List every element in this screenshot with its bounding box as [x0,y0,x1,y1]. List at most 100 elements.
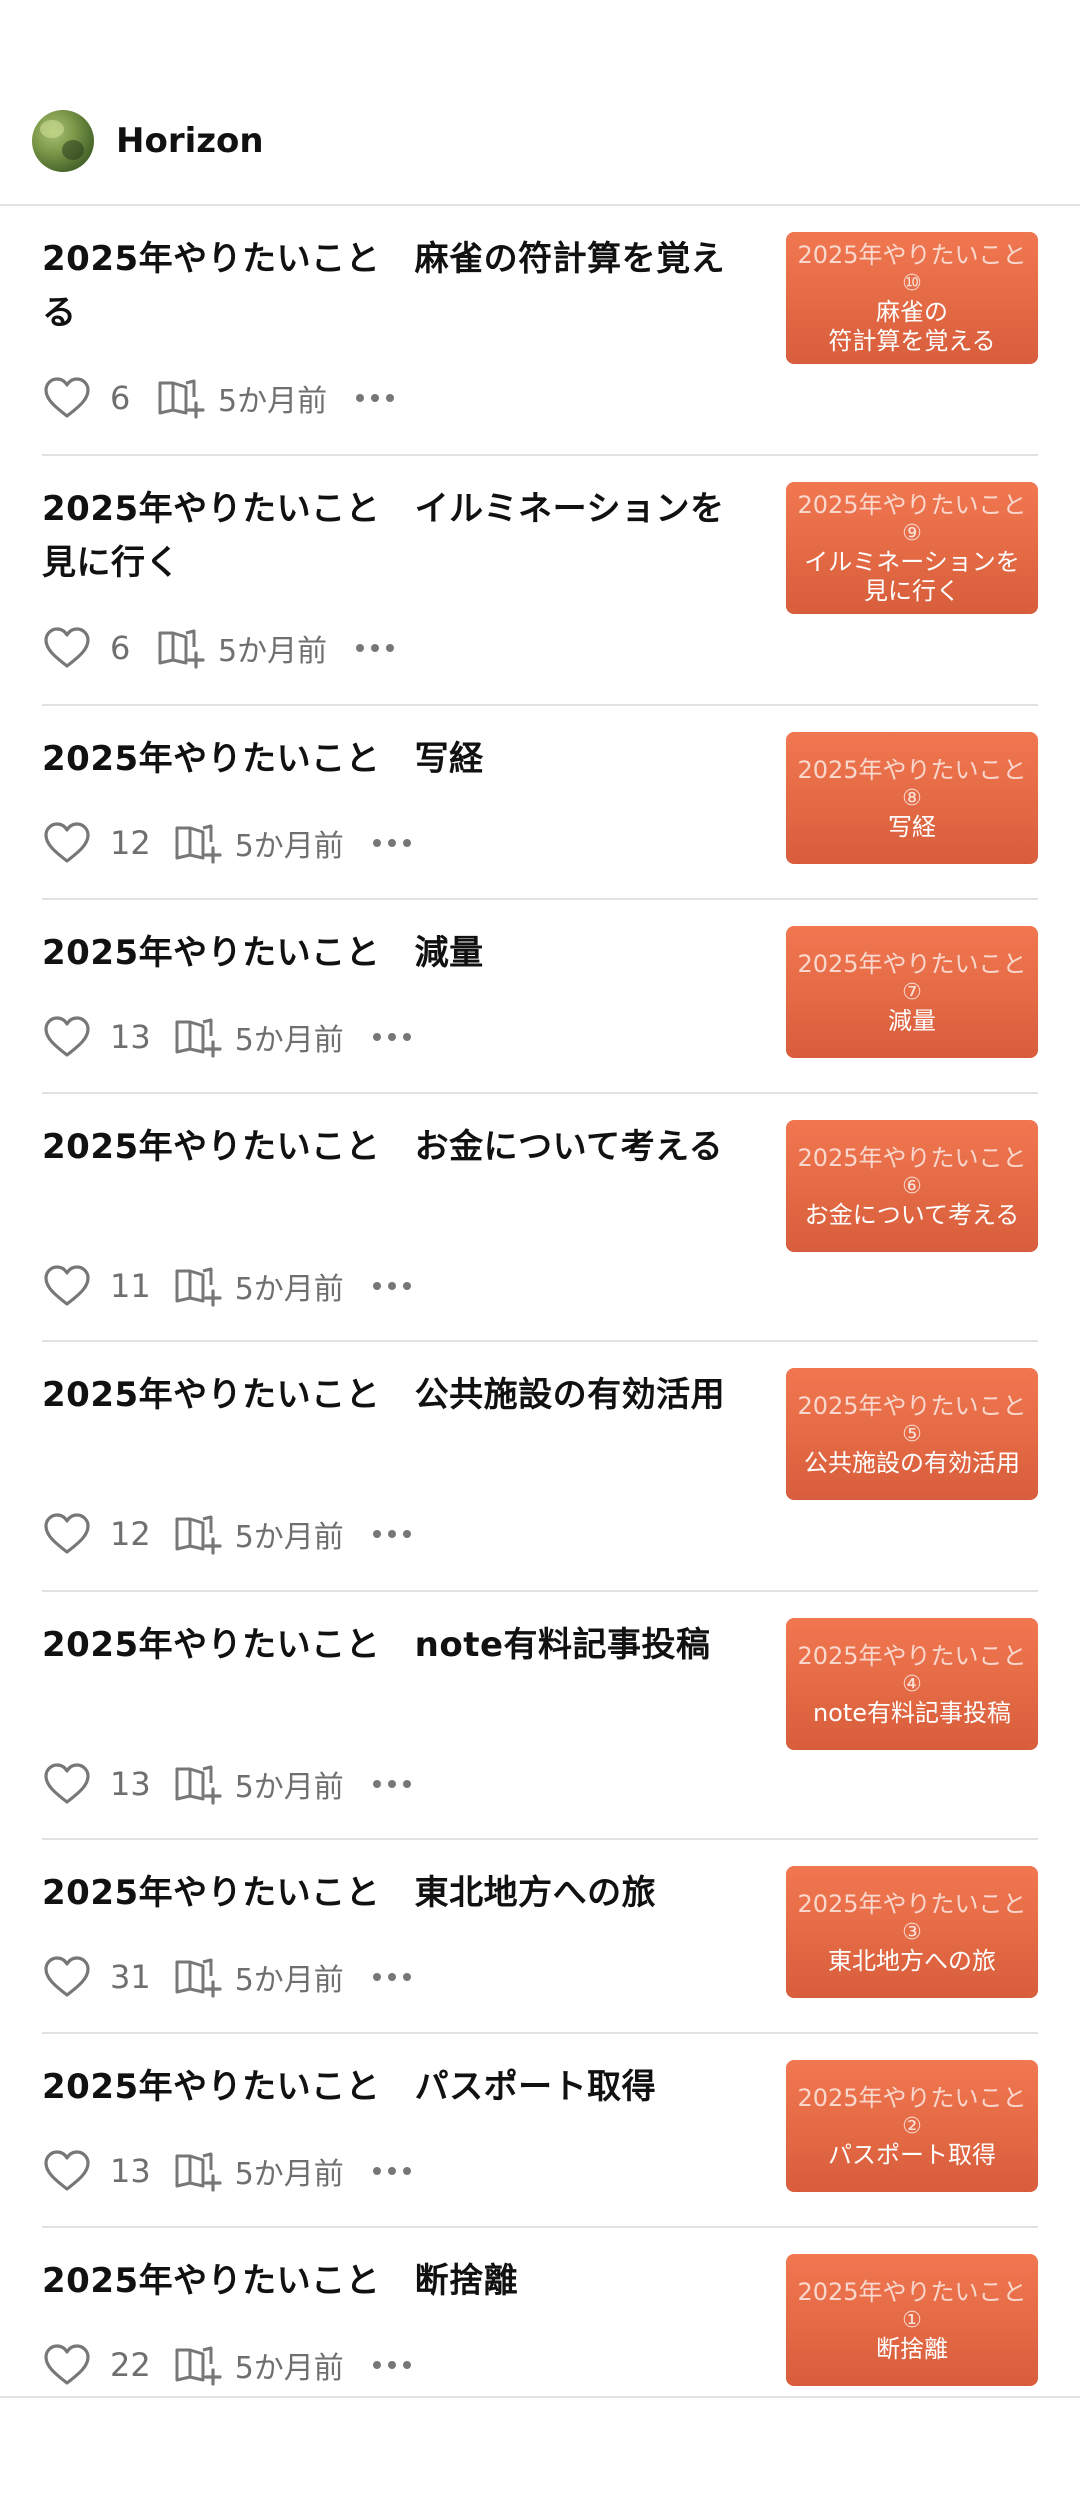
more-horizontal-icon[interactable] [372,2355,412,2375]
article-title[interactable]: 2025年やりたいこと 減量 [42,926,752,980]
article-thumbnail[interactable]: 2025年やりたいこと ③ 東北地方への旅 [786,1866,1038,1998]
list-item[interactable]: 2025年やりたいこと 東北地方への旅 31 5か月前 2025年やりたいこと … [42,1840,1038,2034]
more-horizontal-icon[interactable] [372,1967,412,1987]
article-thumbnail[interactable]: 2025年やりたいこと ② パスポート取得 [786,2060,1038,2192]
more-horizontal-icon[interactable] [355,388,395,408]
thumbnail-heading: 2025年やりたいこと [797,949,1027,978]
thumbnail-heading: 2025年やりたいこと [797,241,1027,269]
heart-outline-icon[interactable] [42,1263,92,1309]
more-horizontal-icon[interactable] [372,2161,412,2181]
list-item[interactable]: 2025年やりたいこと note有料記事投稿 13 5か月前 2025年やりたい… [42,1592,1038,1840]
profile-header: Horizon [0,0,1080,206]
published-date: 5か月前 [234,1520,344,1555]
list-item[interactable]: 2025年やりたいこと 麻雀の符計算を覚える 6 5か月前 2025年やりたいこ… [42,206,1038,456]
heart-outline-icon[interactable] [42,2148,92,2194]
thumbnail-heading: 2025年やりたいこと [797,2277,1027,2306]
more-horizontal-icon[interactable] [355,638,395,658]
heart-outline-icon[interactable] [42,1954,92,2000]
list-item[interactable]: 2025年やりたいこと イルミネーションを見に行く 6 5か月前 2025年やり… [42,456,1038,706]
thumbnail-heading: 2025年やりたいこと [797,1641,1027,1670]
thumbnail-subtitle: イルミネーションを 見に行く [804,548,1020,605]
list-item[interactable]: 2025年やりたいこと 公共施設の有効活用 12 5か月前 2025年やりたいこ… [42,1342,1038,1592]
article-title[interactable]: 2025年やりたいこと お金について考える [42,1120,752,1174]
article-title[interactable]: 2025年やりたいこと 断捨離 [42,2254,752,2308]
heart-outline-icon[interactable] [42,1761,92,1807]
thumbnail-number: ⑥ [902,1173,922,1199]
magazine-add-icon[interactable] [156,625,206,671]
list-item[interactable]: 2025年やりたいこと お金について考える 11 5か月前 2025年やりたいこ… [42,1094,1038,1342]
article-title[interactable]: 2025年やりたいこと 東北地方への旅 [42,1866,752,1920]
article-title[interactable]: 2025年やりたいこと イルミネーションを見に行く [42,482,752,590]
like-count: 13 [110,1765,151,1803]
article-thumbnail[interactable]: 2025年やりたいこと ① 断捨離 [786,2254,1038,2386]
magazine-add-icon[interactable] [173,1511,223,1557]
magazine-add-icon[interactable] [173,2148,223,2194]
user-name[interactable]: Horizon [116,121,264,161]
article-meta: 13 5か月前 [42,1009,412,1065]
thumbnail-heading: 2025年やりたいこと [797,2083,1027,2112]
published-date: 5か月前 [218,634,328,669]
magazine-add-icon[interactable] [173,1014,223,1060]
heart-outline-icon[interactable] [42,625,92,671]
list-item[interactable]: 2025年やりたいこと 断捨離 22 5か月前 2025年やりたいこと ① 断捨… [42,2228,1038,2422]
thumbnail-heading: 2025年やりたいこと [797,1889,1027,1918]
heart-outline-icon[interactable] [42,820,92,866]
article-title[interactable]: 2025年やりたいこと 写経 [42,732,752,786]
like-count: 12 [110,1515,151,1553]
thumbnail-heading: 2025年やりたいこと [797,755,1027,784]
heart-outline-icon[interactable] [42,1014,92,1060]
article-meta: 31 5か月前 [42,1949,412,2005]
thumbnail-number: ④ [902,1671,922,1697]
list-bottom-divider [0,2396,1080,2398]
like-count: 12 [110,824,151,862]
article-meta: 11 5か月前 [42,1258,412,1314]
article-meta: 12 5か月前 [42,1506,412,1562]
article-meta: 6 5か月前 [42,620,395,676]
thumbnail-subtitle: 断捨離 [876,2334,948,2363]
article-thumbnail[interactable]: 2025年やりたいこと ⑧ 写経 [786,732,1038,864]
magazine-add-icon[interactable] [173,820,223,866]
more-horizontal-icon[interactable] [372,1774,412,1794]
heart-outline-icon[interactable] [42,2342,92,2388]
article-meta: 13 5か月前 [42,2143,412,2199]
thumbnail-subtitle: 麻雀の 符計算を覚える [828,298,996,355]
article-thumbnail[interactable]: 2025年やりたいこと ⑤ 公共施設の有効活用 [786,1368,1038,1500]
article-meta: 6 5か月前 [42,370,395,426]
thumbnail-number: ⑨ [902,521,922,546]
heart-outline-icon[interactable] [42,375,92,421]
article-thumbnail[interactable]: 2025年やりたいこと ⑩ 麻雀の 符計算を覚える [786,232,1038,364]
magazine-add-icon[interactable] [173,1263,223,1309]
article-thumbnail[interactable]: 2025年やりたいこと ④ note有料記事投稿 [786,1618,1038,1750]
article-title[interactable]: 2025年やりたいこと 麻雀の符計算を覚える [42,232,752,340]
magazine-add-icon[interactable] [173,2342,223,2388]
more-horizontal-icon[interactable] [372,833,412,853]
list-item[interactable]: 2025年やりたいこと 減量 13 5か月前 2025年やりたいこと ⑦ 減量 [42,900,1038,1094]
thumbnail-number: ⑦ [902,979,922,1005]
more-horizontal-icon[interactable] [372,1027,412,1047]
thumbnail-subtitle: note有料記事投稿 [812,1698,1012,1727]
more-horizontal-icon[interactable] [372,1276,412,1296]
like-count: 31 [110,1958,151,1996]
avatar[interactable] [32,110,94,172]
thumbnail-subtitle: 減量 [888,1006,936,1035]
magazine-add-icon[interactable] [156,375,206,421]
like-count: 6 [110,629,131,667]
article-title[interactable]: 2025年やりたいこと 公共施設の有効活用 [42,1368,752,1422]
thumbnail-heading: 2025年やりたいこと [797,1143,1027,1172]
heart-outline-icon[interactable] [42,1511,92,1557]
article-title[interactable]: 2025年やりたいこと パスポート取得 [42,2060,752,2114]
like-count: 11 [110,1267,151,1305]
magazine-add-icon[interactable] [173,1954,223,2000]
article-thumbnail[interactable]: 2025年やりたいこと ⑨ イルミネーションを 見に行く [786,482,1038,614]
article-title[interactable]: 2025年やりたいこと note有料記事投稿 [42,1618,752,1672]
like-count: 6 [110,379,131,417]
magazine-add-icon[interactable] [173,1761,223,1807]
article-thumbnail[interactable]: 2025年やりたいこと ⑦ 減量 [786,926,1038,1058]
thumbnail-subtitle: 公共施設の有効活用 [804,1448,1020,1477]
thumbnail-number: ② [902,2113,922,2139]
article-thumbnail[interactable]: 2025年やりたいこと ⑥ お金について考える [786,1120,1038,1252]
more-horizontal-icon[interactable] [372,1524,412,1544]
list-item[interactable]: 2025年やりたいこと 写経 12 5か月前 2025年やりたいこと ⑧ 写経 [42,706,1038,900]
article-meta: 22 5か月前 [42,2337,412,2393]
list-item[interactable]: 2025年やりたいこと パスポート取得 13 5か月前 2025年やりたいこと … [42,2034,1038,2228]
